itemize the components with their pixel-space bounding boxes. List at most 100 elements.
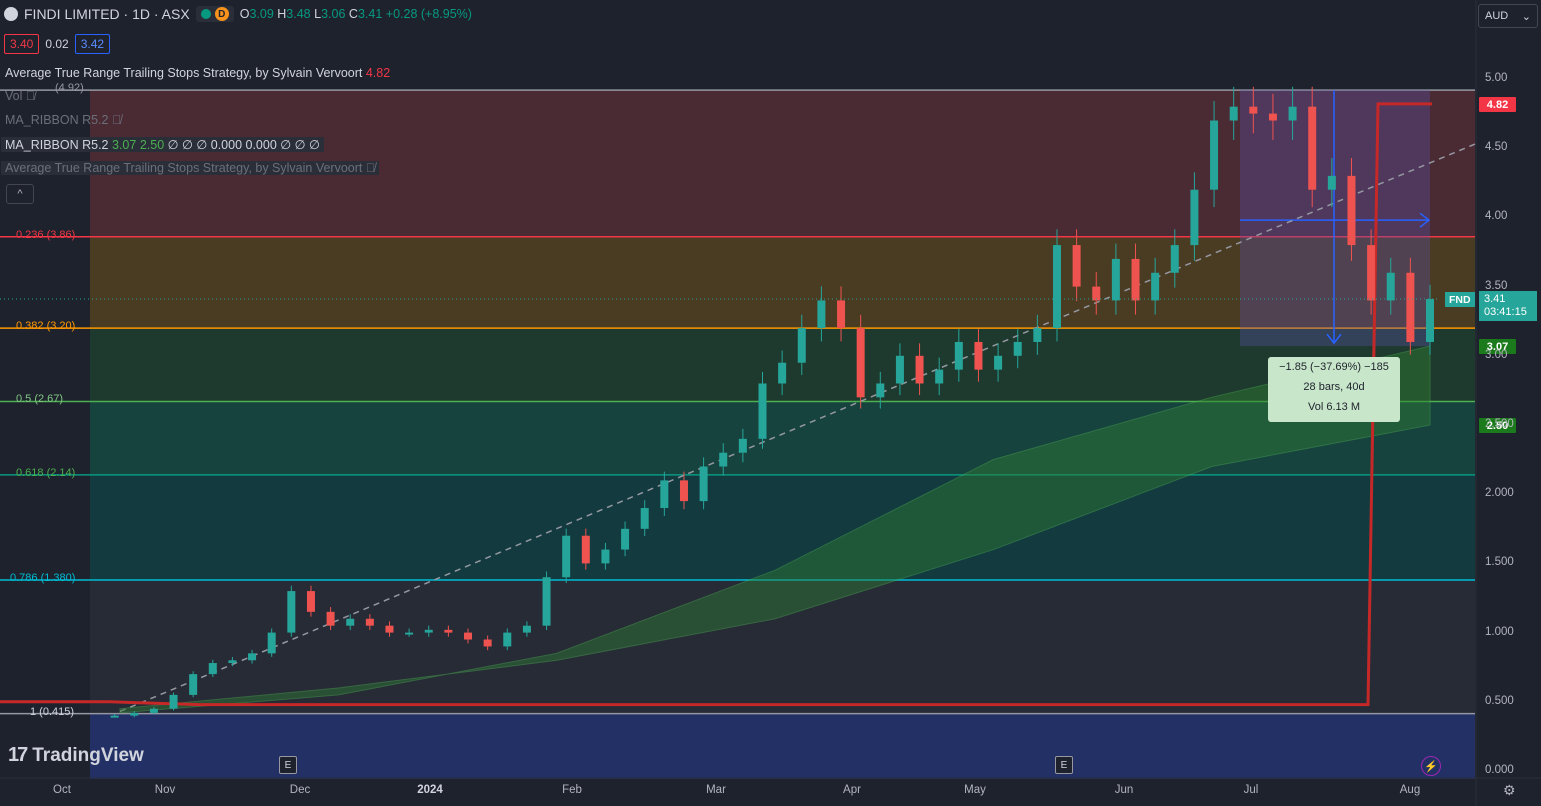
- earnings-badge[interactable]: E: [1055, 756, 1073, 774]
- currency-selector[interactable]: AUD ⌄: [1478, 4, 1538, 28]
- symbol-price-tag: FND: [1445, 292, 1475, 307]
- legend-atr-hidden[interactable]: Average True Range Trailing Stops Strate…: [1, 161, 380, 175]
- ohlc-values: O3.09 H3.48 L3.06 C3.41 +0.28 (+8.95%): [239, 7, 472, 21]
- candle-body: [1072, 245, 1081, 287]
- candle-body: [483, 639, 492, 647]
- candle-body: [699, 466, 708, 502]
- legend-ma-ribbon[interactable]: MA_RIBBON R5.2 3.07 2.50 ∅ ∅ ∅ 0.000 0.0…: [1, 137, 324, 152]
- buy-button[interactable]: 3.42: [74, 34, 111, 54]
- candle-body: [385, 625, 394, 633]
- legend-atr[interactable]: Average True Range Trailing Stops Strate…: [5, 66, 390, 80]
- candle-body: [1033, 328, 1042, 342]
- candle-body: [1190, 189, 1199, 246]
- time-tick-label: Apr: [843, 784, 861, 796]
- price-tick-label: 2.000: [1485, 487, 1514, 500]
- bolt-icon[interactable]: ⚡: [1421, 756, 1441, 776]
- candle-body: [640, 508, 649, 529]
- delayed-badge: D: [214, 7, 229, 21]
- candle-body: [1249, 106, 1258, 114]
- candle-body: [778, 362, 787, 384]
- time-tick-label: May: [964, 784, 986, 796]
- time-tick-label: Oct: [53, 784, 71, 796]
- price-tick-label: 0.000: [1485, 764, 1514, 776]
- candle-body: [248, 653, 257, 661]
- candle-body: [326, 611, 335, 626]
- candle-body: [1131, 258, 1140, 301]
- candle-body: [1288, 106, 1297, 121]
- time-tick-label: Jul: [1243, 784, 1259, 796]
- fib-level-label: 0.236 (3.86): [16, 228, 76, 241]
- price-tick-label: 2.500: [1485, 418, 1514, 430]
- chevron-down-icon: ⌄: [1521, 10, 1531, 23]
- symbol-title[interactable]: FINDI LIMITED · 1D · ASX: [24, 6, 190, 22]
- fib-level-label: 0.786 (1.380): [10, 572, 76, 584]
- time-tick-label: Nov: [154, 784, 176, 796]
- price-tick-label: 5.00: [1485, 72, 1508, 84]
- tradingview-logo[interactable]: 17 TradingView: [8, 744, 144, 767]
- candle-body: [169, 694, 178, 709]
- fib-zone: [90, 713, 1475, 779]
- candle-body: [405, 632, 414, 635]
- price-tick-label: 1.000: [1485, 625, 1514, 638]
- price-tick-label: 3.00: [1485, 348, 1508, 361]
- price-tick-label: 3.50: [1485, 279, 1508, 292]
- chart-header: FINDI LIMITED · 1D · ASX D O3.09 H3.48 L…: [4, 6, 472, 22]
- candle-body: [719, 452, 728, 467]
- hidden-eye-icon[interactable]: 👁̸: [112, 113, 121, 127]
- candle-body: [267, 632, 276, 654]
- candle-body: [542, 577, 551, 626]
- fib-level-label: 0.618 (2.14): [16, 466, 76, 479]
- fib-level-label: 0.5 (2.67): [16, 393, 64, 406]
- tradingview-logo-icon: 17: [8, 744, 28, 766]
- collapse-legend-button[interactable]: ^: [6, 184, 34, 204]
- candle-body: [1013, 341, 1022, 356]
- candle-body: [738, 438, 747, 453]
- candle-body: [562, 535, 571, 578]
- candle-body: [1327, 175, 1336, 190]
- price-tick-label: 4.00: [1485, 210, 1508, 223]
- candle-body: [208, 663, 217, 675]
- hidden-eye-icon[interactable]: 👁̸: [366, 161, 375, 175]
- candle-body: [1092, 286, 1101, 301]
- earnings-badge[interactable]: E: [279, 756, 297, 774]
- candle-body: [1052, 245, 1061, 329]
- candle-body: [679, 480, 688, 502]
- hidden-eye-icon[interactable]: 👁̸: [26, 89, 35, 103]
- candle-body: [994, 355, 1003, 370]
- trade-buttons: 3.40 0.02 3.42: [4, 34, 111, 54]
- candle-body: [1406, 272, 1415, 342]
- candle-body: [287, 591, 296, 633]
- candle-body: [660, 480, 669, 509]
- time-tick-label: 2024: [417, 784, 443, 796]
- legend-ma-ribbon-hidden[interactable]: MA_RIBBON R5.2 👁̸: [5, 113, 121, 127]
- candle-body: [758, 383, 767, 439]
- current-price-tag: 3.41 03:41:15: [1479, 291, 1537, 321]
- gear-icon[interactable]: ⚙: [1503, 782, 1516, 799]
- time-tick-label: Dec: [289, 784, 311, 796]
- candle-body: [189, 674, 198, 695]
- candle-body: [954, 341, 963, 370]
- candle-body: [1151, 272, 1160, 301]
- measure-rect: [1240, 90, 1430, 347]
- candle-body: [1367, 245, 1376, 301]
- candle-body: [1170, 245, 1179, 273]
- candle-body: [935, 369, 944, 384]
- legend-vol[interactable]: Vol 👁̸: [5, 89, 35, 103]
- candle-body: [1229, 106, 1238, 121]
- candle-body: [837, 300, 846, 329]
- candle-body: [1111, 258, 1120, 301]
- candle-body: [522, 625, 531, 633]
- candle-body: [895, 355, 904, 384]
- candle-body: [424, 629, 433, 633]
- symbol-logo-icon[interactable]: [4, 7, 18, 21]
- candle-body: [1308, 106, 1317, 190]
- atr-price-tag: 4.82: [1479, 97, 1516, 112]
- candle-body: [856, 328, 865, 398]
- fib-level-label: (4.92): [55, 82, 84, 95]
- market-status[interactable]: D: [195, 6, 234, 22]
- candle-body: [1426, 299, 1434, 342]
- sell-button[interactable]: 3.40: [4, 34, 40, 54]
- candle-body: [1210, 120, 1219, 190]
- candle-body: [797, 328, 806, 363]
- candle-body: [346, 618, 355, 626]
